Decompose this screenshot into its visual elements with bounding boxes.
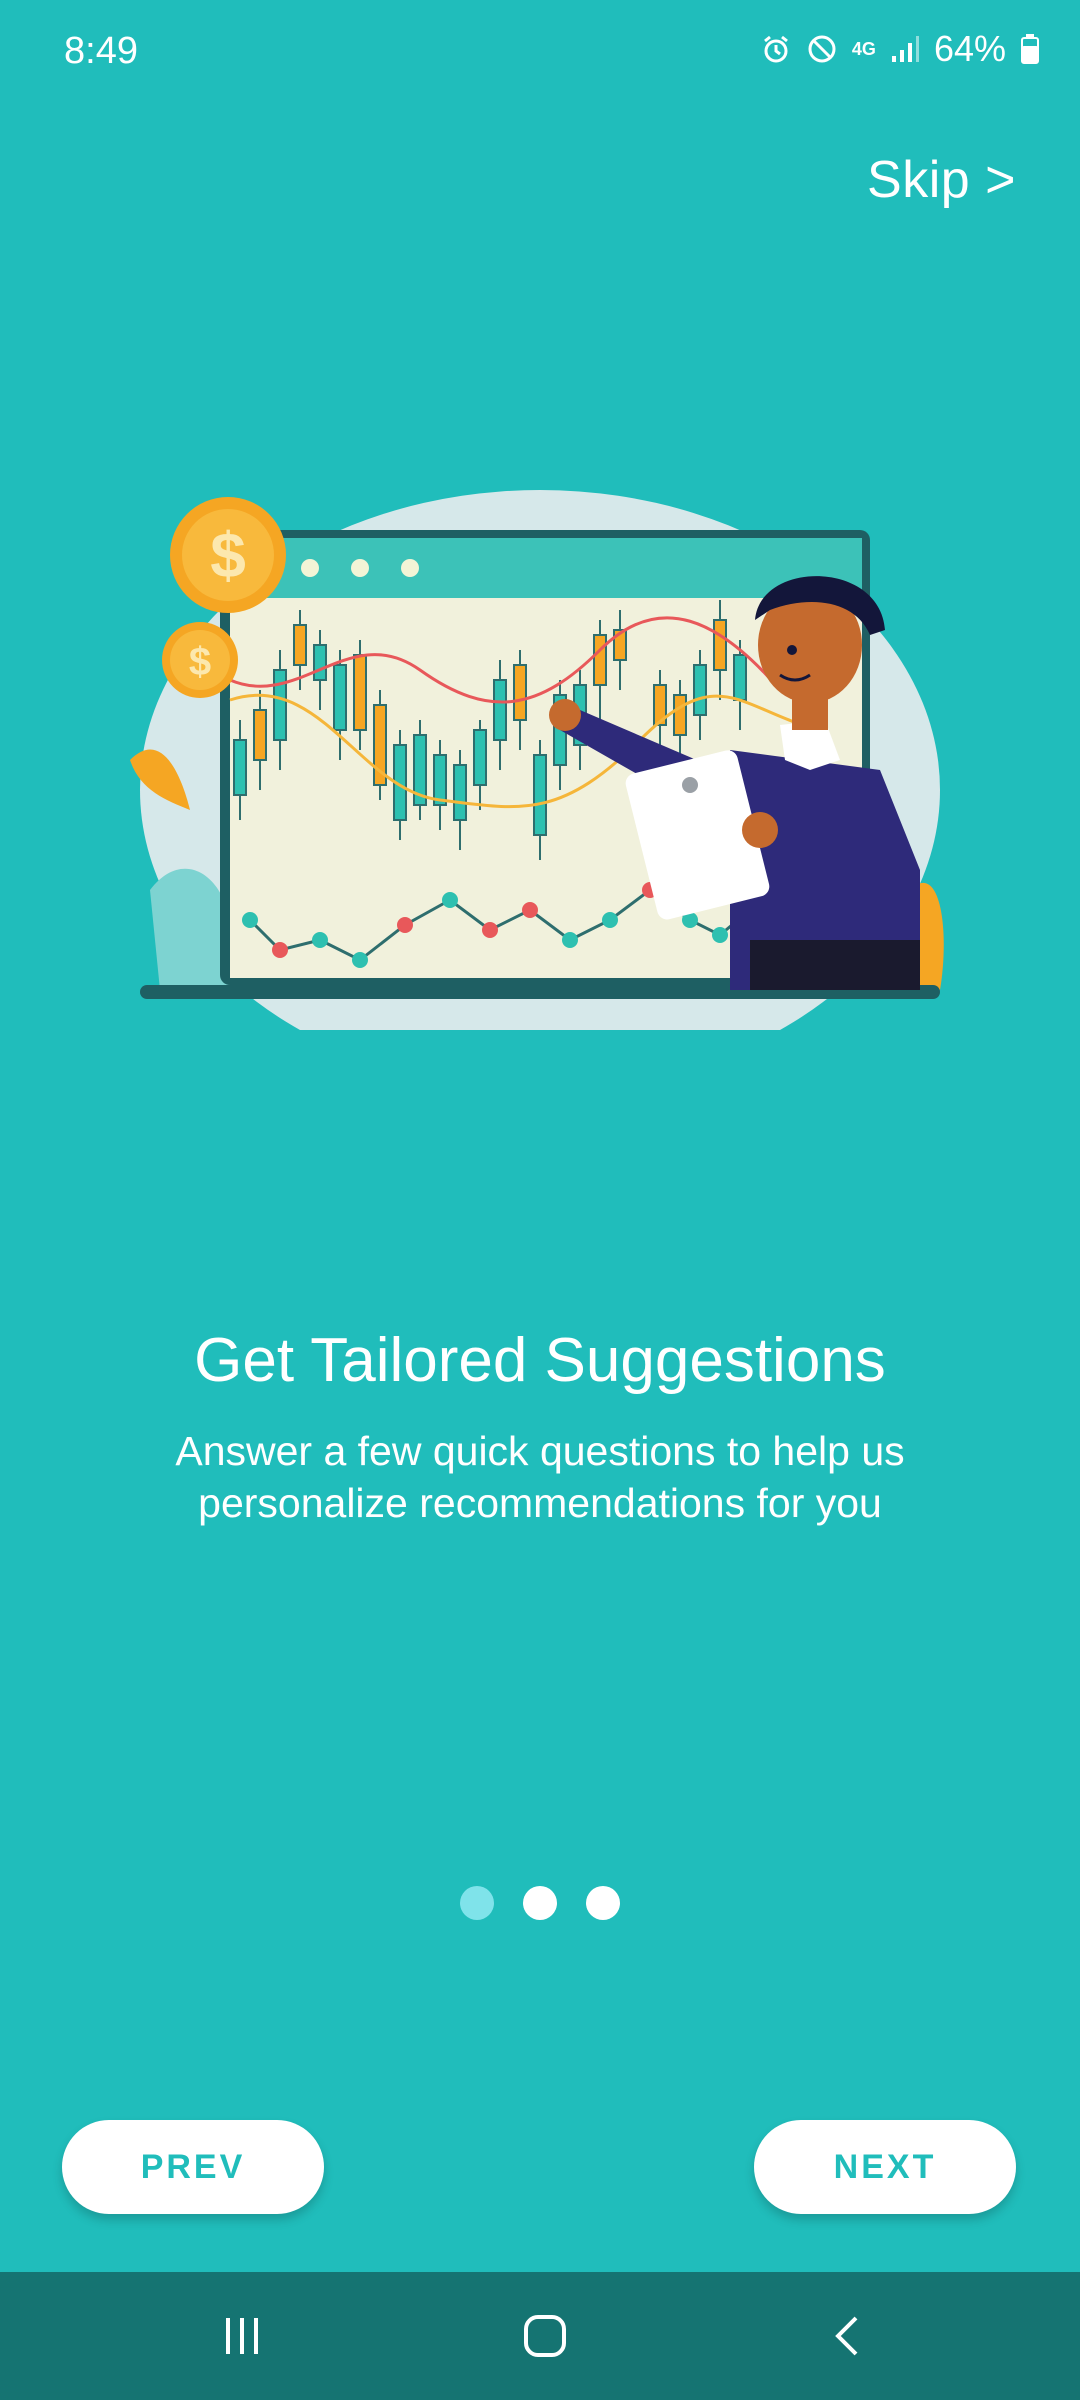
signal-icon <box>890 34 920 64</box>
battery-icon <box>1020 33 1040 65</box>
system-nav-bar <box>0 2272 1080 2400</box>
back-icon[interactable] <box>818 2306 878 2366</box>
svg-text:$: $ <box>189 640 211 684</box>
prev-button[interactable]: PREV <box>62 2120 324 2214</box>
onboarding-subtitle: Answer a few quick questions to help us … <box>175 1428 905 1526</box>
skip-button[interactable]: Skip > <box>867 150 1016 210</box>
svg-text:$: $ <box>210 519 246 591</box>
status-time: 8:49 <box>64 30 138 72</box>
alarm-icon <box>760 33 792 65</box>
battery-percent: 64% <box>933 28 1006 69</box>
page-dot-3[interactable] <box>586 1886 620 1920</box>
page-indicator <box>0 1886 1080 1920</box>
home-icon[interactable] <box>515 2306 575 2366</box>
status-icons: 4G 64% <box>760 28 1040 70</box>
do-not-disturb-icon <box>806 33 838 65</box>
onboarding-illustration: $ $ <box>130 490 944 1030</box>
network-4g-icon: 4G <box>851 39 876 59</box>
status-bar: 8:49 4G 64% <box>0 0 1080 104</box>
recent-apps-icon[interactable] <box>212 2306 272 2366</box>
page-dot-1[interactable] <box>460 1886 494 1920</box>
onboarding-title: Get Tailored Suggestions <box>194 1326 886 1395</box>
next-button[interactable]: NEXT <box>754 2120 1016 2214</box>
page-dot-2[interactable] <box>523 1886 557 1920</box>
